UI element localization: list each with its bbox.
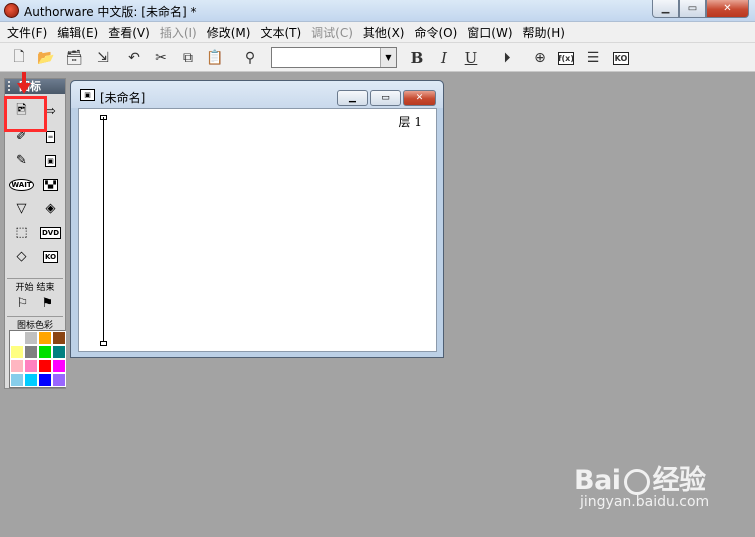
color-swatch[interactable] (24, 373, 38, 387)
variables-icon[interactable]: ☰ (583, 48, 603, 68)
color-swatch[interactable] (38, 331, 52, 345)
window-title: Authorware 中文版: [未命名] * (24, 5, 197, 19)
watermark-url: jingyan.baidu.com (580, 494, 710, 510)
color-swatch[interactable] (10, 373, 24, 387)
menu-view[interactable]: 查看(V) (103, 24, 155, 41)
menu-edit[interactable]: 编辑(E) (52, 24, 103, 41)
paw-icon (623, 468, 650, 495)
end-label: 结束 (36, 283, 55, 293)
color-swatches (9, 330, 66, 388)
color-swatch[interactable] (24, 359, 38, 373)
chevron-down-icon[interactable]: ▼ (380, 48, 396, 67)
red-arrow-icon (17, 72, 31, 94)
control-panel-icon[interactable]: ⊕ (530, 48, 550, 68)
window-doc-icon: ▣ (80, 89, 95, 101)
menu-window[interactable]: 窗口(W) (462, 24, 517, 41)
dvd-icon[interactable]: DVD (39, 222, 62, 243)
palette-header[interactable]: 图标 (5, 79, 65, 94)
color-swatch[interactable] (10, 345, 24, 359)
app-icon[interactable] (4, 3, 19, 18)
start-label: 开始 (15, 283, 34, 293)
navigate-icon[interactable]: ▽ (11, 198, 32, 219)
color-swatch[interactable] (52, 331, 66, 345)
start-end-labels: 开始 结束 (5, 280, 65, 293)
flowline-canvas[interactable]: 层 1 (78, 108, 437, 352)
color-swatch[interactable] (38, 373, 52, 387)
framework-icon[interactable]: ⬚ (11, 222, 32, 243)
bold-button[interactable]: B (407, 48, 427, 68)
color-swatch[interactable] (52, 345, 66, 359)
wait-icon[interactable]: WAIT (9, 174, 34, 195)
knowledge-objects-button[interactable]: KO (611, 48, 631, 68)
watermark-logo: Bai 经验 (574, 458, 709, 497)
save-all-icon[interactable]: 🗃 (64, 48, 84, 68)
menu-file[interactable]: 文件(F) (2, 24, 52, 41)
flowline[interactable] (103, 117, 104, 343)
sound-icon[interactable]: ◈ (40, 198, 61, 219)
color-swatch[interactable] (24, 331, 38, 345)
minimize-button[interactable]: ▁ (652, 0, 679, 18)
toolbar: 🗋 📂 🗃 ⇲ ↶ ✂ ⧉ 📋 ⚲ ▼ B I U ⏵ ⊕ f(x) ☰ KO (0, 42, 755, 72)
text-style-select[interactable]: ▼ (271, 47, 397, 68)
close-button[interactable]: ✕ (706, 0, 749, 18)
knowledge-object-icon[interactable]: KO (40, 246, 61, 267)
maximize-button[interactable]: ▭ (370, 90, 401, 106)
functions-button[interactable]: f(x) (556, 48, 576, 68)
color-swatch[interactable] (38, 345, 52, 359)
underline-button[interactable]: U (461, 48, 481, 68)
menu-text[interactable]: 文本(T) (255, 24, 306, 41)
copy-icon[interactable]: ⧉ (178, 48, 198, 68)
divider (7, 278, 63, 279)
open-folder-icon[interactable]: 📂 (36, 48, 56, 68)
menu-other[interactable]: 其他(X) (358, 24, 410, 41)
baidu-watermark: Bai 经验 jingyan.baidu.com (574, 458, 709, 510)
design-window-titlebar[interactable]: ▣ [未命名] ▁ ▭ ✕ (71, 81, 443, 108)
film-icon[interactable]: ▚▞ (40, 174, 61, 195)
color-swatch[interactable] (24, 345, 38, 359)
menu-modify[interactable]: 修改(M) (202, 24, 256, 41)
grip-icon[interactable] (8, 81, 14, 91)
watermark-logo-text: Bai (574, 465, 621, 496)
find-icon[interactable]: ⚲ (240, 48, 260, 68)
color-swatch[interactable] (38, 359, 52, 373)
layer-label: 层 1 (398, 115, 422, 129)
menu-bar: 文件(F) 编辑(E) 查看(V) 插入(I) 修改(M) 文本(T) 调试(C… (0, 22, 755, 42)
maximize-button[interactable]: ▭ (679, 0, 706, 18)
menu-help[interactable]: 帮助(H) (518, 24, 570, 41)
design-window: ▣ [未命名] ▁ ▭ ✕ 层 1 (70, 80, 444, 358)
design-window-title: [未命名] (100, 91, 146, 105)
watermark-logo-suffix: 经验 (652, 465, 707, 496)
menu-insert[interactable]: 插入(I) (155, 24, 202, 41)
color-swatch[interactable] (10, 331, 24, 345)
decision-icon[interactable]: ◇ (11, 246, 32, 267)
import-icon[interactable]: ⇲ (93, 48, 113, 68)
start-flag-icon[interactable]: ⚐ (12, 293, 33, 314)
paste-icon[interactable]: 📋 (205, 48, 225, 68)
video-icon[interactable]: ▣ (40, 150, 61, 171)
undo-icon[interactable]: ↶ (124, 48, 144, 68)
menu-debug[interactable]: 调试(C) (306, 24, 358, 41)
minimize-button[interactable]: ▁ (337, 90, 368, 106)
color-swatch[interactable] (52, 359, 66, 373)
window-controls: ▁ ▭ ✕ (652, 0, 749, 19)
calculation-icon[interactable]: ✎ (11, 150, 32, 171)
design-window-controls: ▁ ▭ ✕ (337, 90, 436, 106)
italic-button[interactable]: I (434, 48, 454, 68)
restart-icon[interactable]: ⏵ (497, 48, 517, 68)
color-swatch[interactable] (52, 373, 66, 387)
divider (7, 316, 63, 317)
highlight-box (4, 96, 47, 132)
new-file-icon[interactable]: 🗋 (9, 48, 29, 68)
menu-command[interactable]: 命令(O) (409, 24, 462, 41)
flowline-end[interactable] (100, 341, 107, 346)
end-flag-icon[interactable]: ⚑ (37, 293, 58, 314)
title-bar: Authorware 中文版: [未命名] * ▁ ▭ ✕ (0, 0, 755, 22)
color-swatch[interactable] (10, 359, 24, 373)
cut-icon[interactable]: ✂ (151, 48, 171, 68)
close-button[interactable]: ✕ (403, 90, 436, 106)
